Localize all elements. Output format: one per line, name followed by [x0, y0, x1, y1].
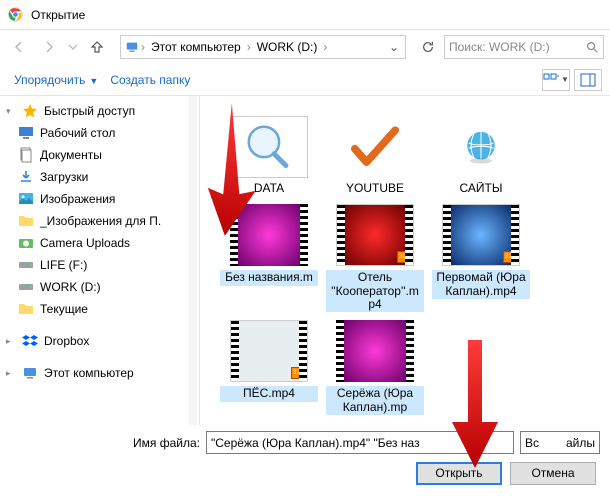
sidebar-item-label: LIFE (F:) — [40, 258, 87, 272]
star-icon — [22, 103, 38, 119]
chevron-right-icon: › — [321, 40, 329, 54]
check-icon — [336, 116, 414, 178]
breadcrumb[interactable]: › Этот компьютер › WORK (D:) › ⌄ — [120, 35, 406, 59]
sidebar-item-label: Изображения — [40, 192, 115, 206]
sidebar-item-label: _Изображения для П. — [40, 214, 161, 228]
drive-icon — [18, 279, 34, 295]
pictures-icon — [18, 191, 34, 207]
content-area[interactable]: DATA YOUTUBE САЙТЫ Без названия.m — [200, 96, 610, 425]
cancel-button[interactable]: Отмена — [510, 462, 596, 485]
pc-icon — [22, 365, 38, 381]
new-folder-button[interactable]: Создать папку — [104, 69, 196, 91]
downloads-icon — [18, 169, 34, 185]
nav-row: › Этот компьютер › WORK (D:) › ⌄ Поиск: … — [0, 30, 610, 64]
item-label: YOUTUBE — [326, 182, 424, 196]
globe-icon — [442, 116, 520, 178]
sidebar-item-label: Текущие — [40, 302, 88, 316]
video-thumbnail: 321 — [230, 320, 308, 382]
sidebar-item-label: Рабочий стол — [40, 126, 115, 140]
sidebar-item-label: Документы — [40, 148, 102, 162]
folder-icon — [18, 301, 34, 317]
documents-icon — [18, 147, 34, 163]
body: ▾ Быстрый доступ Рабочий стол Документы … — [0, 96, 610, 425]
items-grid: DATA YOUTUBE САЙТЫ Без названия.m — [220, 116, 602, 415]
sidebar-item-label: Загрузки — [40, 170, 88, 184]
search-input[interactable]: Поиск: WORK (D:) — [444, 35, 604, 59]
chevron-right-icon: ▸ — [6, 368, 16, 379]
filename-label: Имя файла: — [10, 436, 200, 450]
sidebar-current[interactable]: Текущие — [0, 298, 199, 320]
sidebar-item-label: Этот компьютер — [44, 366, 134, 380]
caret-down-icon: ▼ — [85, 76, 98, 86]
filetype-combo[interactable]: Вс айлы — [520, 431, 600, 454]
forward-button[interactable] — [36, 34, 62, 60]
item-label: Первомай (Юра Каплан).mp4 — [432, 270, 530, 300]
recent-button[interactable] — [66, 34, 80, 60]
breadcrumb-drive[interactable]: WORK (D:) — [253, 40, 322, 54]
item-label: Без названия.m — [220, 270, 318, 286]
file-pes[interactable]: 321 ПЁС.mp4 — [220, 320, 318, 416]
view-mode-button[interactable]: ▼ — [542, 69, 570, 91]
item-label: САЙТЫ — [432, 182, 530, 196]
up-button[interactable] — [84, 34, 110, 60]
filetype-prefix: Вс — [525, 436, 539, 450]
annotation-arrow-icon — [170, 98, 260, 241]
folder-youtube[interactable]: YOUTUBE — [326, 116, 424, 196]
media-badge-icon: 321 — [291, 367, 305, 379]
file-serezha[interactable]: Серёжа (Юра Каплан).mp — [326, 320, 424, 416]
chevron-right-icon: ▸ — [6, 336, 16, 347]
file-otel[interactable]: 321 Отель ''Кооператор''.mp4 — [326, 204, 424, 312]
chevron-right-icon: › — [139, 40, 147, 54]
item-label: Серёжа (Юра Каплан).mp — [326, 386, 424, 416]
sidebar-item-label: Dropbox — [44, 334, 89, 348]
video-thumbnail — [336, 320, 414, 382]
chevron-down-icon: ▾ — [6, 106, 16, 117]
sidebar-item-label: Camera Uploads — [40, 236, 130, 250]
footer: Имя файла: Вс айлы Открыть Отмена — [0, 425, 610, 503]
search-placeholder: Поиск: WORK (D:) — [449, 40, 585, 54]
video-thumbnail: 321 — [336, 204, 414, 266]
chrome-icon — [8, 7, 23, 22]
item-label: ПЁС.mp4 — [220, 386, 318, 402]
titlebar: Открытие — [0, 0, 610, 30]
refresh-button[interactable] — [416, 34, 440, 60]
sidebar-item-label: Быстрый доступ — [44, 104, 135, 118]
annotation-arrow-icon — [440, 340, 510, 473]
sidebar-item-label: WORK (D:) — [40, 280, 101, 294]
folder-sites[interactable]: САЙТЫ — [432, 116, 530, 196]
breadcrumb-pc[interactable]: Этот компьютер — [147, 40, 245, 54]
item-label: Отель ''Кооператор''.mp4 — [326, 270, 424, 312]
search-icon — [585, 40, 599, 54]
back-button[interactable] — [6, 34, 32, 60]
drive-icon — [18, 257, 34, 273]
dropbox-icon — [22, 333, 38, 349]
sidebar-dropbox[interactable]: ▸ Dropbox — [0, 330, 199, 352]
folder-icon — [18, 213, 34, 229]
organize-label: Упорядочить — [14, 73, 85, 87]
organize-button[interactable]: Упорядочить▼ — [8, 69, 104, 91]
desktop-icon — [18, 125, 34, 141]
pc-icon — [125, 40, 139, 54]
window-title: Открытие — [31, 8, 85, 22]
file-pervomay[interactable]: 321 Первомай (Юра Каплан).mp4 — [432, 204, 530, 312]
sidebar-this-pc[interactable]: ▸ Этот компьютер — [0, 362, 199, 384]
sidebar-life-drive[interactable]: LIFE (F:) — [0, 254, 199, 276]
toolbar: Упорядочить▼ Создать папку ▼ — [0, 64, 610, 96]
camera-icon — [18, 235, 34, 251]
preview-pane-button[interactable] — [574, 69, 602, 91]
media-badge-icon: 321 — [503, 251, 517, 263]
breadcrumb-dropdown[interactable]: ⌄ — [387, 40, 401, 54]
filetype-suffix: айлы — [566, 436, 595, 450]
video-thumbnail: 321 — [442, 204, 520, 266]
media-badge-icon: 321 — [397, 251, 411, 263]
sidebar-work-drive[interactable]: WORK (D:) — [0, 276, 199, 298]
chevron-right-icon: › — [245, 40, 253, 54]
